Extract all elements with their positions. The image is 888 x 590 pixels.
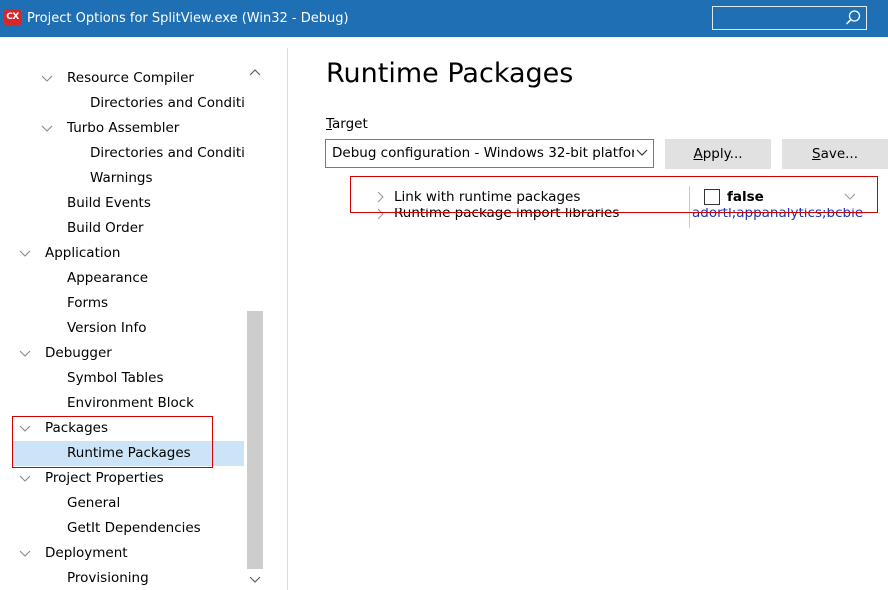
tree-item-label: Debugger xyxy=(45,345,112,361)
chevron-down-icon xyxy=(636,149,648,156)
tree-item-label: Build Order xyxy=(67,220,144,236)
tree-item-label: Deployment xyxy=(45,545,128,561)
tree-item-label: Forms xyxy=(67,295,109,311)
apply-button[interactable]: Apply... xyxy=(665,139,771,169)
chevron-down-icon[interactable] xyxy=(40,116,54,141)
tree-item-label: Symbol Tables xyxy=(67,370,164,386)
highlight-box-link-runtime xyxy=(350,176,878,213)
target-combobox-value: Debug configuration - Windows 32-bit pla… xyxy=(332,145,634,161)
tree-item[interactable]: Provisioning xyxy=(0,566,244,590)
tree-item-label: Application xyxy=(45,245,121,261)
tree-item-label: Provisioning xyxy=(67,570,149,586)
tree-item[interactable]: Symbol Tables xyxy=(0,366,244,391)
tree-item[interactable]: Version Info xyxy=(0,316,244,341)
chevron-down-icon[interactable] xyxy=(18,466,32,491)
tree-item-label: Project Properties xyxy=(45,470,164,486)
page-title: Runtime Packages xyxy=(326,58,574,89)
tree-item-label: Directories and Conditi xyxy=(90,145,244,161)
tree-item-partial[interactable] xyxy=(0,41,244,52)
tree-item-label: Turbo Assembler xyxy=(67,120,180,136)
tree-item-label: Build Events xyxy=(67,195,151,211)
tree-item-label: Resource Compiler xyxy=(67,70,194,86)
scroll-thumb[interactable] xyxy=(247,311,263,569)
tree-item-label: Appearance xyxy=(67,270,149,286)
app-logo-icon: CX xyxy=(4,9,21,26)
tree-item-label: Version Info xyxy=(67,320,147,336)
tree-item[interactable]: Project Properties xyxy=(0,466,244,491)
chevron-down-icon[interactable] xyxy=(18,541,32,566)
chevron-down-icon[interactable] xyxy=(18,341,32,366)
target-combobox[interactable]: Debug configuration - Windows 32-bit pla… xyxy=(325,139,654,168)
tree-item-label: General xyxy=(67,495,121,511)
tree-item[interactable]: Build Order xyxy=(0,216,244,241)
tree-item[interactable]: Application xyxy=(0,241,244,266)
tree-item-label: Warnings xyxy=(90,170,153,186)
tree-scrollbar[interactable] xyxy=(244,37,266,590)
scroll-up-icon[interactable] xyxy=(244,63,266,83)
search-input[interactable] xyxy=(712,6,867,30)
tree-item[interactable]: Appearance xyxy=(0,266,244,291)
tree-item[interactable]: GetIt Dependencies xyxy=(0,516,244,541)
tree-item[interactable]: Resource Compiler xyxy=(0,66,244,91)
title-bar: CX Project Options for SplitView.exe (Wi… xyxy=(0,0,888,37)
search-icon xyxy=(845,10,861,25)
tree-item[interactable]: Warnings xyxy=(0,166,244,191)
tree-item[interactable]: General xyxy=(0,491,244,516)
chevron-down-icon[interactable] xyxy=(40,66,54,91)
chevron-down-icon[interactable] xyxy=(18,241,32,266)
tree-item-label: Directories and Conditi xyxy=(90,95,244,111)
tree-item[interactable]: Deployment xyxy=(0,541,244,566)
tree-item[interactable]: Turbo Assembler xyxy=(0,116,244,141)
tree-item[interactable]: Build Events xyxy=(0,191,244,216)
tree-item[interactable]: Environment Block xyxy=(0,391,244,416)
tree-item-label: GetIt Dependencies xyxy=(67,520,201,536)
tree-item[interactable]: Debugger xyxy=(0,341,244,366)
options-tree[interactable]: Resource Compiler Directories and Conditi… xyxy=(0,37,266,590)
pane-divider[interactable] xyxy=(287,48,288,590)
window-title: Project Options for SplitView.exe (Win32… xyxy=(27,11,349,26)
tree-item[interactable]: Forms xyxy=(0,291,244,316)
save-button[interactable]: Save... xyxy=(782,139,888,169)
tree-item[interactable]: Directories and Conditi xyxy=(0,91,244,116)
tree-item[interactable]: Directories and Conditi xyxy=(0,141,244,166)
tree-item-label: Environment Block xyxy=(67,395,195,411)
target-label: Target xyxy=(326,116,368,132)
tree-viewport: Resource Compiler Directories and Conditi… xyxy=(0,37,244,590)
highlight-box-packages xyxy=(12,416,213,468)
scroll-down-icon[interactable] xyxy=(244,570,266,590)
